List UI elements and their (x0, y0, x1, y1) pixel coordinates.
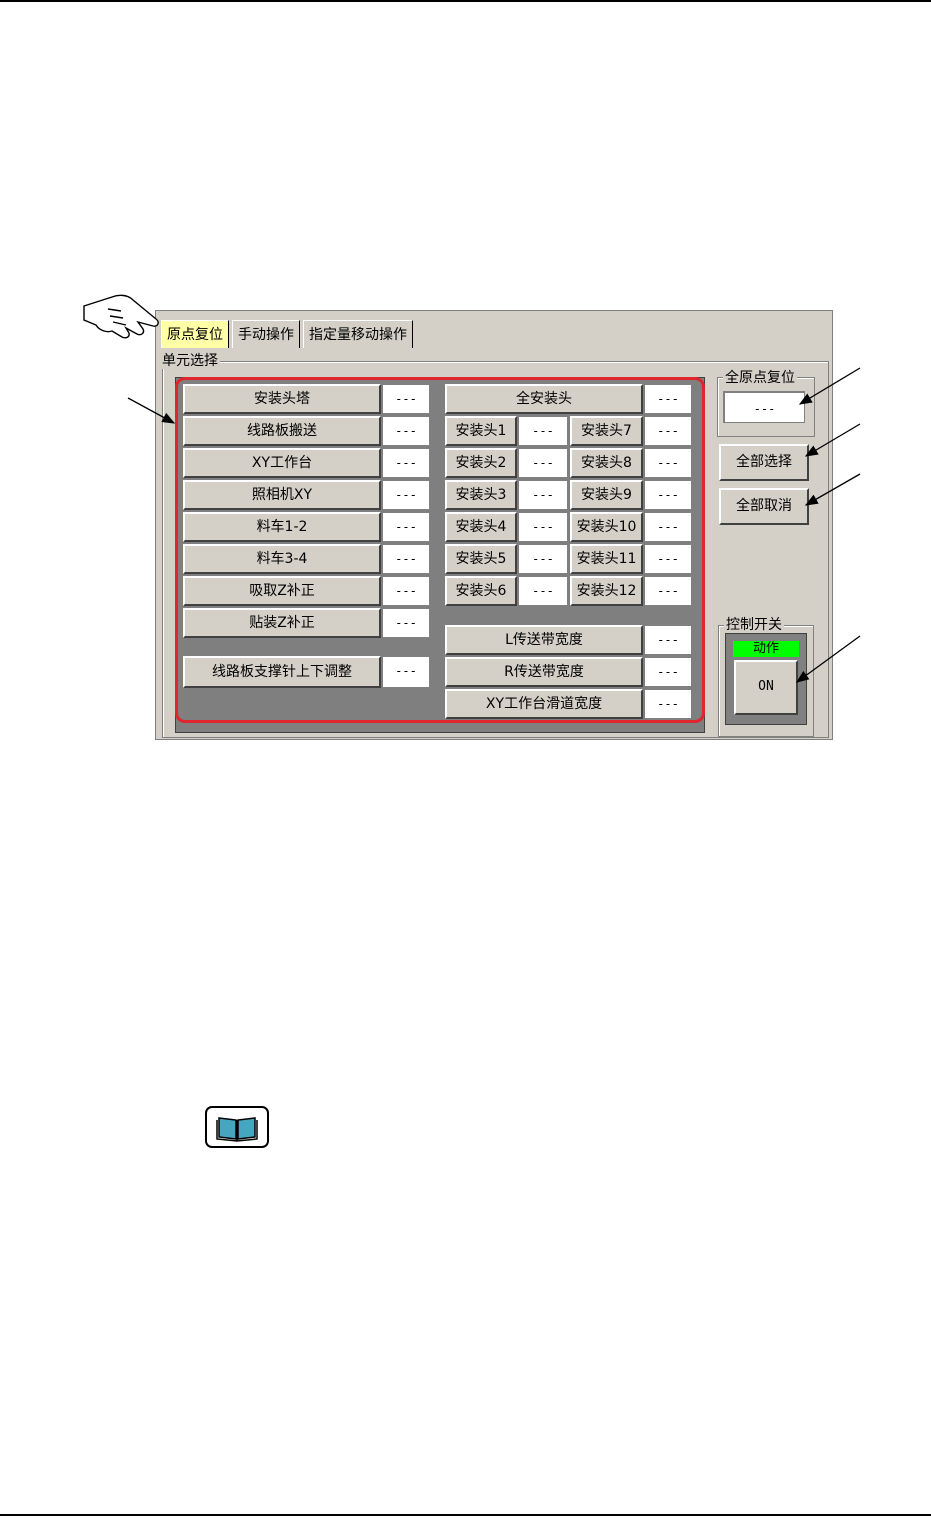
select-all-button[interactable]: 全部选择 (719, 444, 809, 481)
unit-select-label: 单元选择 (160, 353, 220, 369)
tab-origin-return[interactable]: 原点复位 (161, 320, 229, 348)
unit-grid-highlight-frame (175, 377, 705, 723)
on-switch-button[interactable]: ON (734, 660, 798, 715)
origin-return-panel: 原点复位 手动操作 指定量移动操作 单元选择 安装头塔 --- 线路板搬送 --… (155, 310, 833, 740)
top-rule (0, 0, 931, 2)
pointing-hand-icon (83, 294, 159, 339)
cancel-all-button[interactable]: 全部取消 (719, 488, 809, 525)
control-switch-frame: 动作 ON (725, 633, 807, 725)
all-origin-value: --- (723, 391, 805, 423)
annotation-overlay (83, 294, 861, 683)
status-badge: 动作 (733, 641, 799, 657)
bottom-rule (0, 1514, 931, 1516)
tab-specified-move[interactable]: 指定量移动操作 (303, 320, 413, 348)
all-origin-label: 全原点复位 (723, 370, 797, 386)
tab-manual-operation[interactable]: 手动操作 (232, 320, 300, 348)
control-switch-label: 控制开关 (724, 617, 784, 633)
book-icon (205, 1106, 269, 1148)
